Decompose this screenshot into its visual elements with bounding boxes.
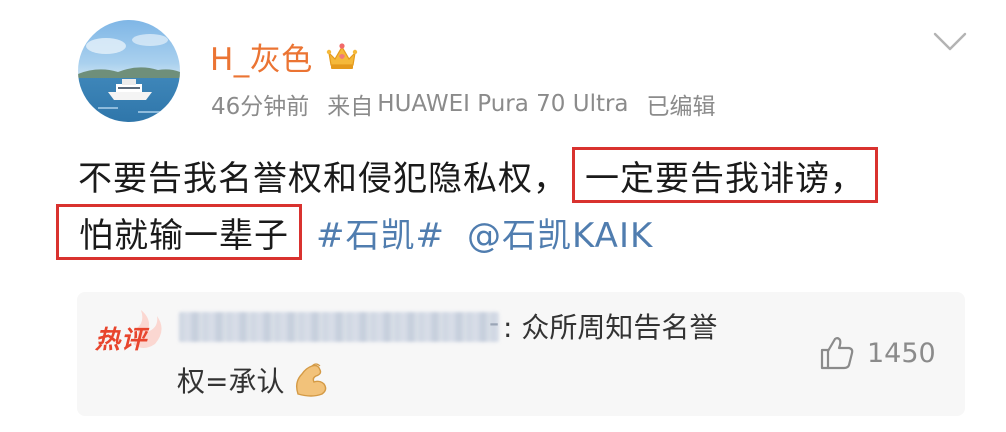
hot-comment-label: 热评 bbox=[95, 325, 148, 354]
topic-link[interactable]: #石凯# bbox=[316, 208, 445, 257]
username-row: H_灰色 bbox=[210, 34, 359, 78]
highlight-box-1: 一定要告我诽谤， bbox=[572, 147, 878, 203]
avatar[interactable] bbox=[78, 20, 180, 122]
comment-text-line-2-text: 权=承认 bbox=[177, 365, 285, 398]
hot-comment-card[interactable]: 热评 - : 众所周知告名誉 权=承认 1450 bbox=[77, 292, 965, 416]
post-text-line-2: 怕就输一辈子 #石凯# @石凯KAIK bbox=[56, 204, 653, 260]
comment-text-line-2: 权=承认 bbox=[177, 360, 330, 400]
chevron-down-icon[interactable] bbox=[932, 30, 968, 54]
post-text-highlight-2: 怕就输一辈子 bbox=[79, 215, 289, 256]
username[interactable]: H_灰色 bbox=[210, 34, 313, 79]
mention-link[interactable]: @石凯KAIK bbox=[467, 208, 653, 257]
like-count: 1450 bbox=[867, 337, 936, 369]
commenter-name-suffix: - bbox=[489, 306, 500, 339]
comment-text-line-1: : 众所周知告名誉 bbox=[503, 311, 718, 344]
thumbs-up-icon bbox=[820, 337, 854, 370]
edited-label[interactable]: 已编辑 bbox=[647, 87, 716, 121]
hot-comment-badge: 热评 bbox=[93, 306, 163, 354]
post-text-line-1: 不要告我名誉权和侵犯隐私权， 一定要告我诽谤， bbox=[78, 147, 878, 203]
flexed-biceps-icon bbox=[296, 363, 327, 397]
post-text-highlight-1: 一定要告我诽谤， bbox=[585, 158, 865, 199]
post-meta: 46分钟前 来自 HUAWEI Pura 70 Ultra 已编辑 bbox=[211, 87, 716, 121]
post-time: 46分钟前 bbox=[211, 94, 310, 120]
avatar-image bbox=[78, 34, 180, 113]
post-text-plain: 不要告我名誉权和侵犯隐私权， bbox=[78, 158, 568, 199]
commenter-name-blurred[interactable] bbox=[179, 312, 499, 342]
device-name[interactable]: HUAWEI Pura 70 Ultra bbox=[377, 91, 628, 117]
weibo-post: H_灰色 46分钟前 来自 HUAWEI Pura 70 Ultra 已编辑 不… bbox=[0, 0, 1006, 432]
source-prefix: 来自 bbox=[327, 94, 374, 120]
like-button[interactable]: 1450 bbox=[817, 334, 936, 372]
highlight-box-2: 怕就输一辈子 bbox=[56, 204, 302, 260]
crown-icon bbox=[326, 43, 358, 69]
